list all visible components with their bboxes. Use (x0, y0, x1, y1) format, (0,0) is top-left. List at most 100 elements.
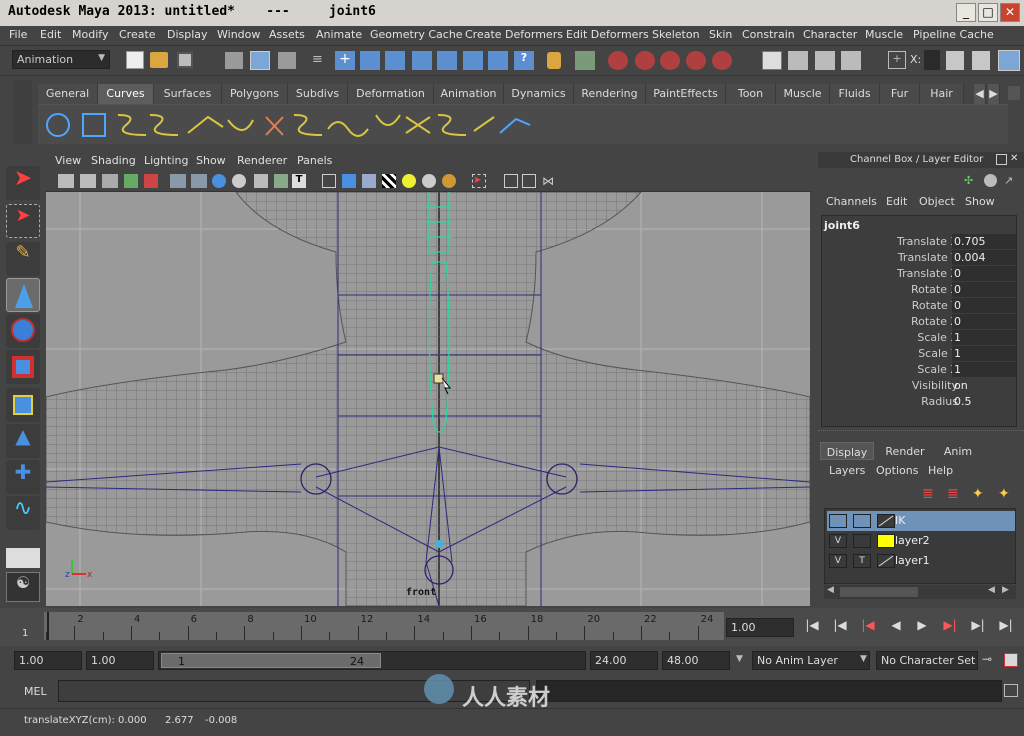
anim-layer-selector[interactable]: No Anim Layer (752, 651, 870, 670)
play-backward-icon[interactable]: ◀ (886, 618, 906, 636)
render-view-icon[interactable] (712, 51, 732, 70)
frame-view-icon[interactable] (522, 174, 536, 188)
render-sequence-icon[interactable] (788, 51, 808, 70)
checker-icon[interactable] (382, 174, 396, 188)
layout-single-pane-icon[interactable] (6, 548, 40, 568)
tab-curves[interactable]: Curves (98, 84, 154, 104)
menu-pipeline-cache[interactable]: Pipeline Cache (913, 28, 994, 41)
tab-rendering[interactable]: Rendering (574, 84, 646, 104)
hypershade-icon[interactable] (686, 51, 706, 70)
channel-value[interactable]: 0.705 (952, 234, 1016, 249)
channel-row[interactable]: Rotate X0 (822, 282, 1018, 298)
channel-value[interactable]: 0.5 (952, 394, 1016, 409)
channel-value[interactable]: 0 (952, 266, 1016, 281)
channel-value[interactable]: 1 (952, 346, 1016, 361)
anim-layer-dropdown-icon[interactable]: ▼ (860, 654, 867, 664)
tab-subdivs[interactable]: Subdivs (288, 84, 348, 104)
select-tool-icon[interactable]: ➤ (6, 166, 40, 200)
channel-row[interactable]: Scale X1 (822, 330, 1018, 346)
save-scene-icon[interactable] (177, 52, 193, 68)
select-object-icon[interactable] (250, 51, 270, 70)
render-settings-window-icon[interactable] (841, 51, 861, 70)
help-icon[interactable]: ? (514, 51, 534, 70)
shaded-icon[interactable] (212, 174, 226, 188)
scroll-right-icon[interactable]: ◀ (988, 585, 995, 595)
snap-view-plane-icon[interactable] (412, 51, 432, 70)
channel-row[interactable]: Translate Z0 (822, 266, 1018, 282)
universal-manipulator-icon[interactable] (6, 388, 40, 422)
layer-visibility-toggle[interactable] (829, 514, 847, 528)
menu-modify[interactable]: Modify (72, 28, 108, 41)
maximize-button[interactable]: □ (978, 3, 998, 22)
channel-row[interactable]: Translate X 0.705 (822, 234, 1018, 250)
channel-value[interactable]: 1 (952, 330, 1016, 345)
menu-character[interactable]: Character (803, 28, 857, 41)
shelf-side-handle[interactable] (14, 80, 32, 144)
layer-color-swatch[interactable] (877, 514, 895, 528)
lock-icon[interactable] (547, 52, 561, 69)
channel-row[interactable]: Scale Y1 (822, 346, 1018, 362)
menu-skeleton[interactable]: Skeleton (652, 28, 700, 41)
shelf-scroll-left-icon[interactable]: ◀ (974, 84, 986, 104)
tab-fluids[interactable]: Fluids (830, 84, 880, 104)
layer-type-toggle[interactable] (853, 514, 871, 528)
all-lights-icon[interactable] (362, 174, 376, 188)
paint-select-tool-icon[interactable]: ✎ (6, 242, 40, 276)
channel-value[interactable]: 0.004 (952, 250, 1016, 265)
step-back-key-icon[interactable]: |◀ (858, 618, 878, 636)
menu-display[interactable]: Display (167, 28, 208, 41)
transform-mode-icon[interactable]: + (888, 51, 906, 69)
current-time-indicator[interactable] (47, 612, 49, 640)
menu-constrain[interactable]: Constrain (742, 28, 795, 41)
snap-menu-icon[interactable]: ≡ (312, 52, 326, 69)
shelf-menu-icon[interactable] (1008, 86, 1020, 100)
panel-menu-show[interactable]: Show (196, 154, 226, 167)
smooth-shade-icon[interactable] (191, 174, 207, 188)
clapper-icon[interactable] (762, 51, 782, 70)
tab-render[interactable]: Render (876, 442, 934, 460)
panel-menu-shading[interactable]: Shading (91, 154, 136, 167)
auto-key-icon[interactable] (1004, 653, 1018, 667)
menu-skin[interactable]: Skin (709, 28, 732, 41)
new-empty-layer-icon[interactable]: ✦ (972, 486, 988, 502)
soft-mod-tool-icon[interactable]: ▲ (6, 424, 40, 458)
snap-point-icon[interactable] (385, 51, 405, 70)
render-magnet-icon[interactable] (608, 51, 628, 70)
tab-animation[interactable]: Animation (434, 84, 504, 104)
textured-icon[interactable]: T (292, 174, 306, 188)
key-icon[interactable]: ⊸ (982, 652, 992, 666)
panel-splitter[interactable] (818, 430, 1024, 436)
quick-layout-icon[interactable]: ☯ (6, 572, 40, 602)
select-hierarchy-icon[interactable] (225, 52, 243, 69)
time-ruler[interactable]: 2 4 6 8 10 12 14 16 18 20 22 24 (44, 612, 724, 640)
tab-anim[interactable]: Anim (934, 442, 982, 460)
select-component-icon[interactable] (278, 52, 296, 69)
channel-row[interactable]: Radius 0.5 (822, 394, 1018, 410)
new-layer-selected-icon[interactable]: ✦ (998, 486, 1014, 502)
menu-edit[interactable]: Edit (40, 28, 61, 41)
layer-color-swatch[interactable] (877, 534, 895, 548)
tab-dynamics[interactable]: Dynamics (504, 84, 574, 104)
command-language-label[interactable]: MEL (24, 685, 47, 698)
layer-color-swatch[interactable] (877, 554, 895, 568)
channel-row[interactable]: Translate Y 0.004 (822, 250, 1018, 266)
isolate-select-icon[interactable] (254, 174, 268, 188)
layer-row[interactable]: Vlayer2 (827, 531, 1015, 551)
go-to-end-icon[interactable]: ▶| (996, 618, 1016, 636)
move-layer-down-icon[interactable]: ≣ (947, 486, 963, 502)
menu-geometry-cache[interactable]: Geometry Cache (370, 28, 463, 41)
rotate-tool-icon[interactable] (6, 314, 40, 348)
render-region-icon[interactable] (815, 51, 835, 70)
tab-deformation[interactable]: Deformation (348, 84, 434, 104)
layer-visibility-toggle[interactable]: V (829, 554, 847, 568)
menu-animate[interactable]: Animate (316, 28, 362, 41)
playback-start-field[interactable]: 1.00 (86, 651, 154, 670)
camera-attributes-icon[interactable] (58, 174, 74, 188)
grid-toggle-icon[interactable] (124, 174, 138, 188)
play-forward-icon[interactable]: ▶ (912, 618, 932, 636)
xray-icon[interactable] (274, 174, 288, 188)
hq-lighting-icon[interactable] (442, 174, 456, 188)
move-tool-icon[interactable] (6, 278, 40, 312)
menu-create[interactable]: Create (119, 28, 156, 41)
tab-polygons[interactable]: Polygons (222, 84, 288, 104)
